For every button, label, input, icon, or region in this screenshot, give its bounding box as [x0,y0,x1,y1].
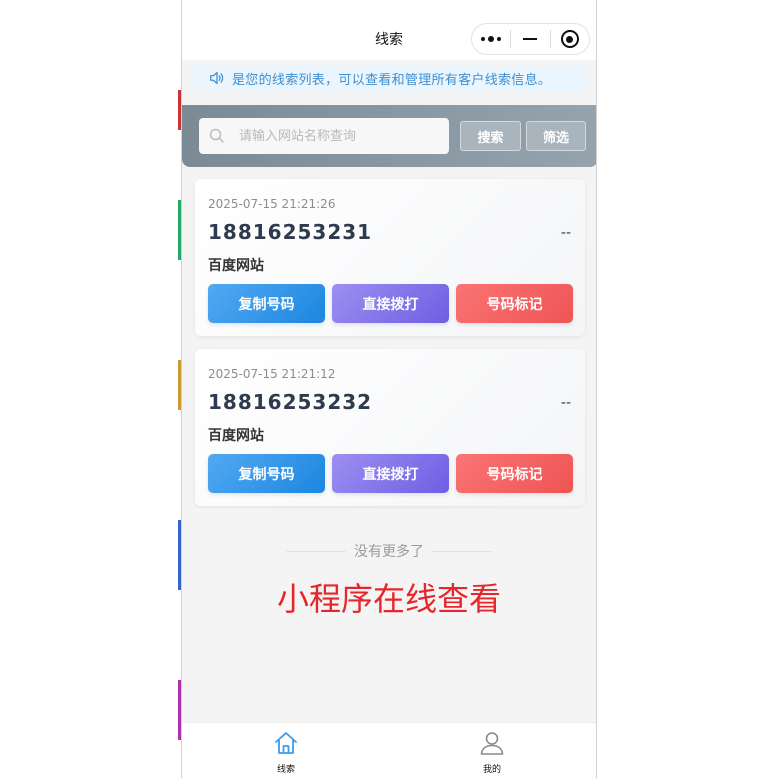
notice-text: 是您的线索列表，可以查看和管理所有客户线索信息。 [232,72,552,88]
background-strip [0,0,181,778]
copy-number-button[interactable]: 复制号码 [208,454,325,493]
lead-time: 2025-07-15 21:21:12 [208,367,336,381]
minimize-icon [523,37,538,41]
copy-number-button[interactable]: 复制号码 [208,284,325,323]
filter-button[interactable]: 筛选 [526,121,586,151]
mark-number-button[interactable]: 号码标记 [456,284,573,323]
list-end-text: 没有更多了 [354,544,424,560]
speaker-icon [210,71,224,85]
more-dots-icon [481,36,502,42]
lead-phone: 18816253232 [208,390,373,414]
notice-bar: 是您的线索列表，可以查看和管理所有客户线索信息。 [194,65,586,91]
divider-line [286,550,346,552]
lead-status: -- [560,395,571,411]
lead-status: -- [560,225,571,241]
search-input[interactable] [239,128,429,144]
direct-call-button[interactable]: 直接拨打 [332,454,449,493]
more-button[interactable] [472,24,510,54]
tab-mine[interactable]: 我的 [462,729,522,775]
promo-text: 小程序在线查看 [276,580,501,618]
home-icon [275,732,297,754]
direct-call-button[interactable]: 直接拨打 [332,284,449,323]
search-field[interactable] [199,118,449,154]
divider-line [432,550,492,552]
close-button[interactable] [551,24,589,54]
list-end-indicator: 没有更多了 [182,541,596,561]
search-button[interactable]: 搜索 [460,121,521,151]
mini-program-screen: 线索 是您的线索列表，可以查看和管理所有客户线索信息。 请输入网站名称查询 搜索… [181,0,597,778]
close-target-icon [560,30,579,48]
tab-label: 线索 [276,765,295,775]
lead-card: 2025-07-15 21:21:26 18816253231 -- 百度网站 … [195,179,585,336]
lead-site: 百度网站 [208,258,264,274]
search-bar: 搜索 筛选 [182,105,596,167]
lead-phone: 18816253231 [208,220,373,244]
navigation-bar: 线索 [182,0,596,60]
search-icon [209,128,224,143]
tab-bar: 线索 我的 [182,722,596,778]
tab-label: 我的 [482,765,501,775]
user-icon [480,732,504,755]
lead-time: 2025-07-15 21:21:26 [208,197,336,211]
lead-site: 百度网站 [208,428,264,444]
minimize-button[interactable] [511,24,549,54]
capsule-menu [471,23,590,55]
mark-number-button[interactable]: 号码标记 [456,454,573,493]
lead-card: 2025-07-15 21:21:12 18816253232 -- 百度网站 … [195,349,585,506]
tab-leads[interactable]: 线索 [256,729,316,775]
